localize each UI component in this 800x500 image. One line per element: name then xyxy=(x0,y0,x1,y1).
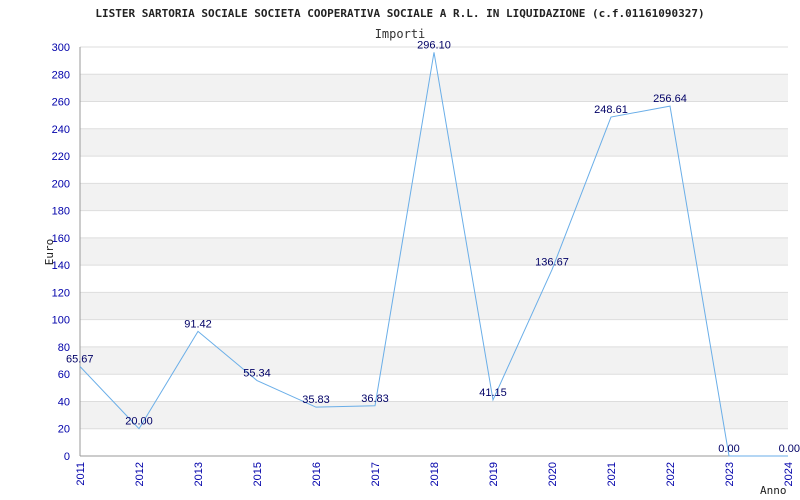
data-label: 296.10 xyxy=(417,39,451,51)
chart-title: LISTER SARTORIA SOCIALE SOCIETA COOPERAT… xyxy=(95,7,704,20)
y-tick-label: 20 xyxy=(58,424,70,436)
x-tick-label: 2020 xyxy=(547,462,559,486)
data-label: 91.42 xyxy=(184,318,212,330)
x-tick-label: 2019 xyxy=(488,462,500,486)
y-axis-label: Euro xyxy=(43,239,56,266)
chart-subtitle: Importi xyxy=(375,27,426,41)
y-tick-label: 180 xyxy=(52,206,70,218)
data-label: 136.67 xyxy=(535,257,569,269)
y-tick-label: 60 xyxy=(58,369,70,381)
data-label: 248.61 xyxy=(594,104,628,116)
grid-bands xyxy=(80,74,788,429)
grid-band xyxy=(80,128,788,157)
x-tick-label: 2021 xyxy=(606,462,618,486)
x-tick-label: 2024 xyxy=(783,462,795,486)
x-tick-label: 2011 xyxy=(75,462,87,486)
data-label: 41.15 xyxy=(479,387,507,399)
y-tick-label: 100 xyxy=(52,315,70,327)
y-tick-label: 220 xyxy=(52,151,70,163)
x-axis-label: Anno xyxy=(760,484,787,497)
y-tick-label: 300 xyxy=(52,42,70,54)
x-tick-label: 2022 xyxy=(665,462,677,486)
y-tick-label: 260 xyxy=(52,97,70,109)
x-tick-label: 2018 xyxy=(429,462,441,486)
x-tick-label: 2016 xyxy=(311,462,323,486)
x-tick-label: 2013 xyxy=(193,462,205,486)
grid-band xyxy=(80,183,788,211)
y-tick-label: 120 xyxy=(52,287,70,299)
grid-band xyxy=(80,292,788,320)
grid-band xyxy=(80,401,788,429)
data-label: 0.00 xyxy=(718,443,739,455)
grid-band xyxy=(80,237,788,266)
x-tick-label: 2023 xyxy=(724,462,736,486)
y-tick-label: 40 xyxy=(58,396,70,408)
y-tick-label: 240 xyxy=(52,124,70,136)
line-chart: 0204060801001201401601802002202402602803… xyxy=(43,7,800,497)
data-label: 20.00 xyxy=(125,416,153,428)
data-label: 0.00 xyxy=(779,443,800,455)
x-tick-label: 2012 xyxy=(134,462,146,486)
x-tick-label: 2015 xyxy=(252,462,264,486)
data-label: 256.64 xyxy=(653,93,687,105)
data-label: 35.83 xyxy=(302,394,330,406)
data-label: 55.34 xyxy=(243,368,271,380)
data-label: 65.67 xyxy=(66,353,94,365)
y-tick-label: 0 xyxy=(64,451,70,463)
x-tick-label: 2017 xyxy=(370,462,382,486)
y-tick-label: 200 xyxy=(52,178,70,190)
x-tick-labels: 2011 2012 2013 2015 2016 2017 2018 2019 2020 2021… xyxy=(75,462,795,486)
y-tick-label: 280 xyxy=(52,69,70,81)
y-tick-label: 80 xyxy=(58,342,70,354)
data-label: 36.83 xyxy=(361,393,389,405)
